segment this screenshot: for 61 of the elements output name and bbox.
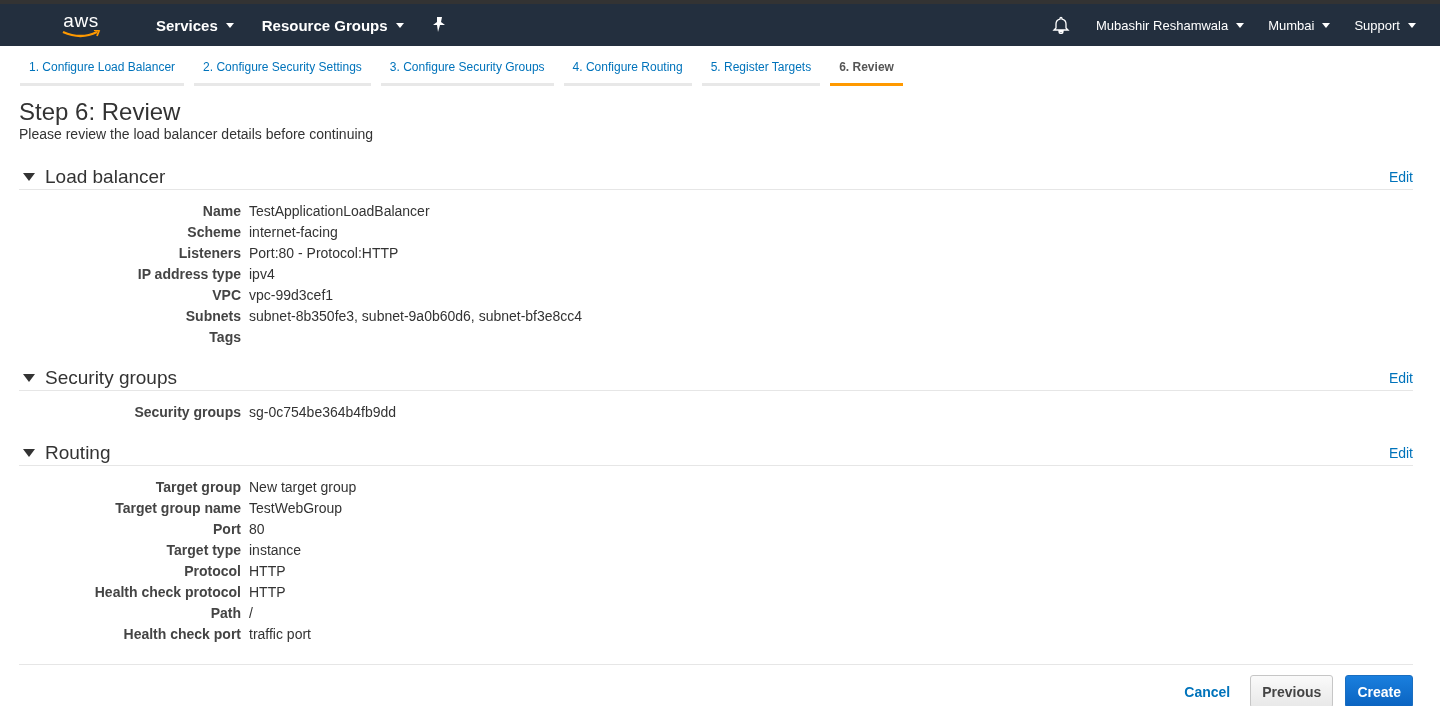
section-toggle[interactable]: Security groups [19, 367, 1389, 389]
field-value: sg-0c754be364b4fb9dd [249, 403, 397, 420]
step-tab[interactable]: 5. Register Targets [701, 55, 821, 86]
step-tab[interactable]: 4. Configure Routing [563, 55, 692, 86]
page-title: Step 6: Review [19, 98, 182, 126]
field-label: Health check port [123, 625, 241, 642]
edit-link[interactable]: Edit [1388, 445, 1413, 461]
field-label: Target group name [115, 499, 241, 516]
caret-icon [395, 22, 404, 28]
nav-menu[interactable]: Mubashir Reshamwala [1095, 17, 1245, 33]
section-toggle[interactable]: Load balancer [19, 166, 1389, 188]
field-label: Target group [155, 478, 241, 495]
nav-menu[interactable]: Services [156, 16, 234, 34]
caret-icon [1236, 22, 1245, 28]
field-label: Scheme [187, 223, 241, 240]
field-value: TestWebGroup [249, 499, 343, 516]
field-value: traffic port [249, 625, 311, 642]
field-value: HTTP [249, 562, 286, 579]
field-label: Port [213, 520, 241, 537]
field-label: Security groups [134, 403, 241, 420]
caret-icon [1322, 22, 1331, 28]
field-label: Health check protocol [94, 583, 241, 600]
bell-icon[interactable] [1051, 16, 1070, 34]
field-label: VPC [212, 286, 241, 303]
previous-button[interactable]: Previous [1250, 675, 1334, 706]
create-button[interactable]: Create [1345, 675, 1413, 706]
field-value: instance [249, 541, 302, 558]
nav-menu[interactable]: Resource Groups [261, 16, 404, 34]
nav-menu[interactable]: Support [1354, 17, 1416, 33]
field-value: vpc-99d3cef1 [249, 286, 334, 303]
field-label: Target type [166, 541, 241, 558]
field-value: subnet-8b350fe3, subnet-9a0b60d6, subnet-bf3e8cc4 [249, 307, 583, 324]
pin-icon[interactable] [431, 17, 446, 33]
field-label: Tags [209, 328, 241, 345]
field-value: HTTP [249, 583, 286, 600]
field-label: Name [202, 202, 241, 219]
step-tab[interactable]: 2. Configure Security Settings [194, 55, 371, 86]
edit-link[interactable]: Edit [1388, 370, 1413, 386]
field-value: internet-facing [249, 223, 338, 240]
field-value: Port:80 - Protocol:HTTP [249, 244, 399, 261]
field-label: IP address type [137, 265, 241, 282]
aws-logo[interactable]: aws [58, 12, 104, 38]
section-toggle[interactable]: Routing [19, 442, 1389, 464]
field-value: 80 [249, 520, 265, 537]
nav-menu[interactable]: Mumbai [1268, 17, 1331, 33]
field-label: Listeners [178, 244, 241, 261]
field-value: TestApplicationLoadBalancer [249, 202, 430, 219]
step-tab[interactable]: 1. Configure Load Balancer [20, 55, 185, 86]
field-value: ipv4 [249, 265, 275, 282]
edit-link[interactable]: Edit [1388, 169, 1413, 185]
field-label: Subnets [185, 307, 241, 324]
field-value: / [249, 604, 253, 621]
field-label: Path [210, 604, 241, 621]
cancel-link[interactable]: Cancel [1184, 683, 1231, 700]
step-tab[interactable]: 3. Configure Security Groups [380, 55, 554, 86]
field-label: Protocol [184, 562, 241, 579]
caret-icon [1408, 22, 1416, 28]
page-subtitle: Please review the load balancer details before continuing [19, 126, 375, 142]
step-tab[interactable]: 6. Review [830, 55, 903, 86]
field-value: New target group [249, 478, 357, 495]
caret-icon [225, 22, 234, 28]
